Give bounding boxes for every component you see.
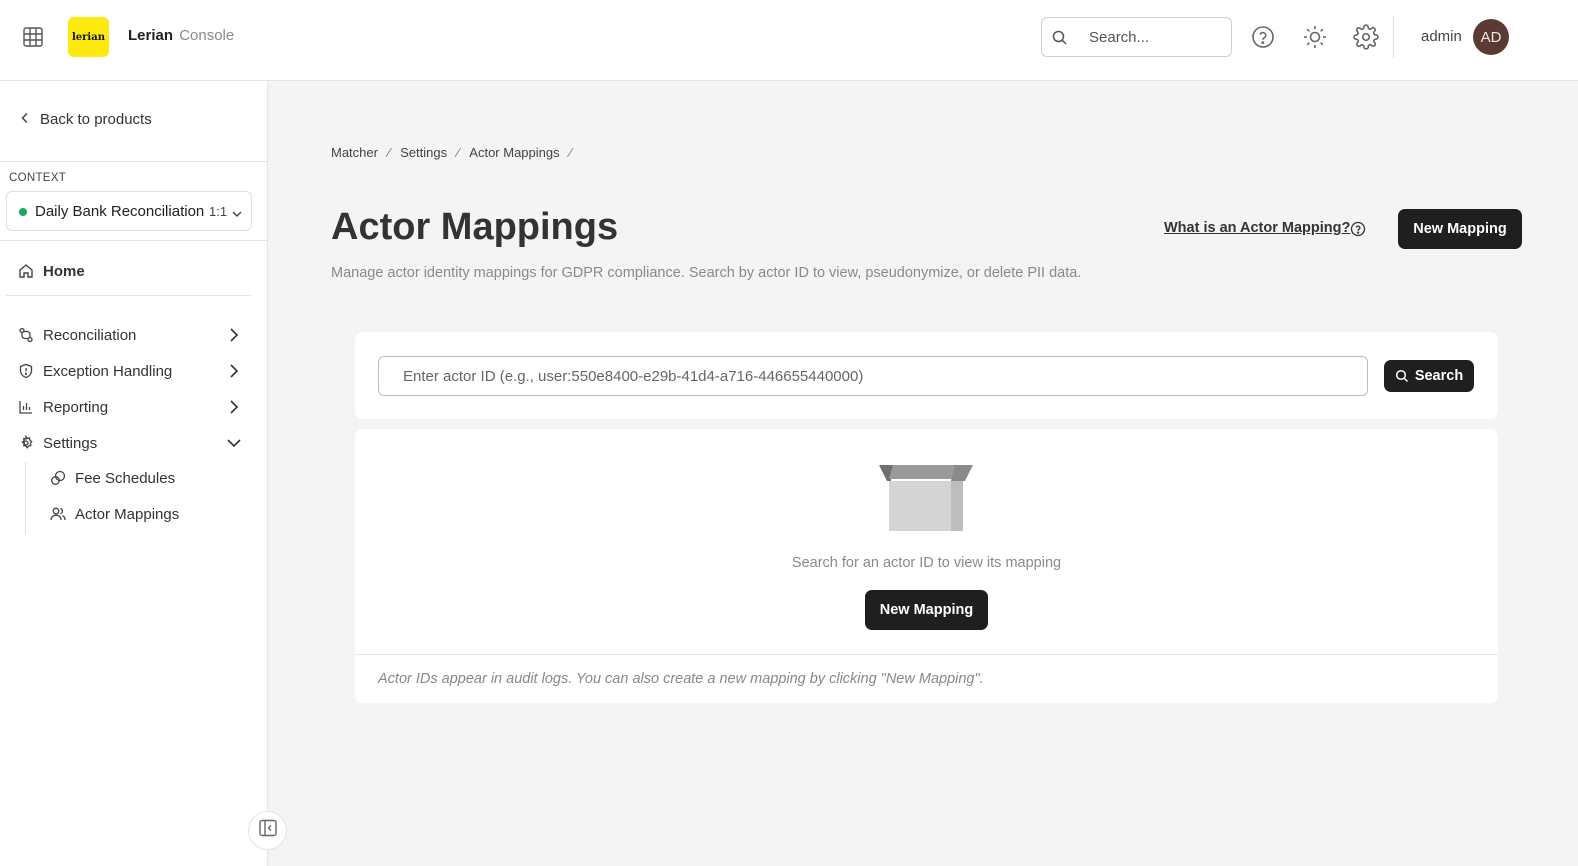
breadcrumb-item-matcher[interactable]: Matcher [331, 145, 378, 160]
top-bar: lerian Lerian Console Search... admin AD [0, 0, 1578, 81]
panel-collapse-icon [258, 818, 278, 843]
breadcrumb-separator: ⁄ [387, 145, 391, 160]
shield-icon [18, 363, 34, 379]
chevron-down-icon[interactable] [226, 435, 242, 456]
sidebar-item-label: Fee Schedules [75, 469, 176, 487]
divider [0, 240, 267, 241]
breadcrumb-separator: ⁄ [457, 145, 460, 160]
breadcrumb-item-settings[interactable]: Settings [400, 145, 447, 160]
chevron-down-icon [231, 206, 243, 224]
sidebar-item-fee-schedules[interactable]: Fee Schedules [50, 466, 175, 490]
search-icon [1051, 29, 1069, 52]
search-button[interactable]: Search [1384, 360, 1474, 392]
new-mapping-button[interactable]: New Mapping [1398, 209, 1522, 249]
search-button-label: Search [1414, 368, 1464, 384]
chevron-right-icon[interactable] [226, 399, 242, 420]
collapse-sidebar-button[interactable] [248, 811, 287, 850]
sidebar-item-exception-handling[interactable]: Exception Handling [18, 359, 172, 383]
actor-search-card: Enter actor ID (e.g., user:550e8400-e29b… [355, 332, 1498, 419]
sidebar-item-reporting[interactable]: Reporting [18, 395, 108, 419]
apps-grid-icon[interactable] [22, 26, 44, 48]
users-icon [50, 506, 66, 522]
header-divider [1393, 16, 1394, 58]
breadcrumb: Matcher ⁄ Settings ⁄ Actor Mappings ⁄ [331, 145, 572, 160]
divider [355, 654, 1498, 655]
context-status-dot [19, 208, 27, 216]
breadcrumb-item-actor-mappings[interactable]: Actor Mappings [469, 145, 559, 160]
sidebar: Back to products CONTEXT Daily Bank Reco… [0, 81, 268, 866]
empty-box-icon [879, 463, 975, 538]
user-name: admin [1421, 28, 1462, 45]
chevron-right-icon[interactable] [226, 363, 242, 384]
help-circle-icon[interactable] [1350, 221, 1366, 237]
divider [0, 161, 267, 162]
what-is-actor-mapping-link[interactable]: What is an Actor Mapping? [1164, 220, 1350, 236]
footnote: Actor IDs appear in audit logs. You can … [378, 671, 984, 687]
context-label: CONTEXT [9, 172, 67, 184]
brand-name: Lerian [128, 27, 174, 44]
empty-state-message: Search for an actor ID to view its mappi… [791, 555, 1062, 571]
sun-icon[interactable] [1302, 24, 1328, 50]
context-name: Daily Bank Reconciliation [35, 203, 205, 220]
page-subtitle: Manage actor identity mappings for GDPR … [331, 265, 1082, 281]
sidebar-item-label: Reporting [43, 398, 109, 416]
gear-icon[interactable] [1353, 24, 1379, 50]
sidebar-item-actor-mappings[interactable]: Actor Mappings [50, 502, 179, 526]
sidebar-item-label: Reconciliation [43, 326, 137, 344]
sidebar-item-label: Home [43, 262, 85, 280]
global-search-placeholder: Search... [1089, 29, 1150, 46]
chevron-left-icon [20, 111, 30, 128]
lerian-logo[interactable]: lerian [68, 17, 109, 57]
coins-icon [50, 470, 66, 486]
actor-id-placeholder: Enter actor ID (e.g., user:550e8400-e29b… [403, 368, 864, 385]
back-label: Back to products [40, 111, 152, 128]
new-mapping-button[interactable]: New Mapping [865, 590, 988, 630]
global-search-input[interactable]: Search... [1041, 17, 1232, 57]
sidebar-item-home[interactable]: Home [18, 259, 85, 283]
sidebar-item-settings[interactable]: Settings [18, 431, 97, 455]
submenu-guide-line [25, 462, 26, 534]
gear-icon [18, 435, 34, 451]
context-select[interactable]: Daily Bank Reconciliation 1:1 [6, 191, 252, 231]
breadcrumb-separator: ⁄ [569, 145, 572, 160]
context-ratio: 1:1 [209, 204, 228, 219]
search-icon [1395, 369, 1409, 383]
empty-state-card: Search for an actor ID to view its mappi… [355, 429, 1498, 703]
sidebar-item-label: Actor Mappings [75, 505, 180, 523]
home-icon [18, 263, 34, 279]
sidebar-item-reconciliation[interactable]: Reconciliation [18, 323, 136, 347]
sidebar-item-label: Settings [43, 434, 98, 452]
brand-suffix: Console [179, 27, 235, 44]
chevron-right-icon[interactable] [226, 327, 242, 348]
back-to-products-link[interactable]: Back to products [20, 111, 152, 128]
avatar[interactable]: AD [1473, 19, 1509, 55]
divider [6, 295, 251, 296]
brand-title: Lerian Console [128, 27, 234, 44]
actor-id-input[interactable]: Enter actor ID (e.g., user:550e8400-e29b… [378, 356, 1368, 396]
sidebar-item-label: Exception Handling [43, 362, 173, 380]
git-compare-icon [18, 327, 34, 343]
bar-chart-icon [18, 399, 34, 415]
page-title: Actor Mappings [331, 206, 619, 248]
help-circle-icon[interactable] [1250, 24, 1276, 50]
